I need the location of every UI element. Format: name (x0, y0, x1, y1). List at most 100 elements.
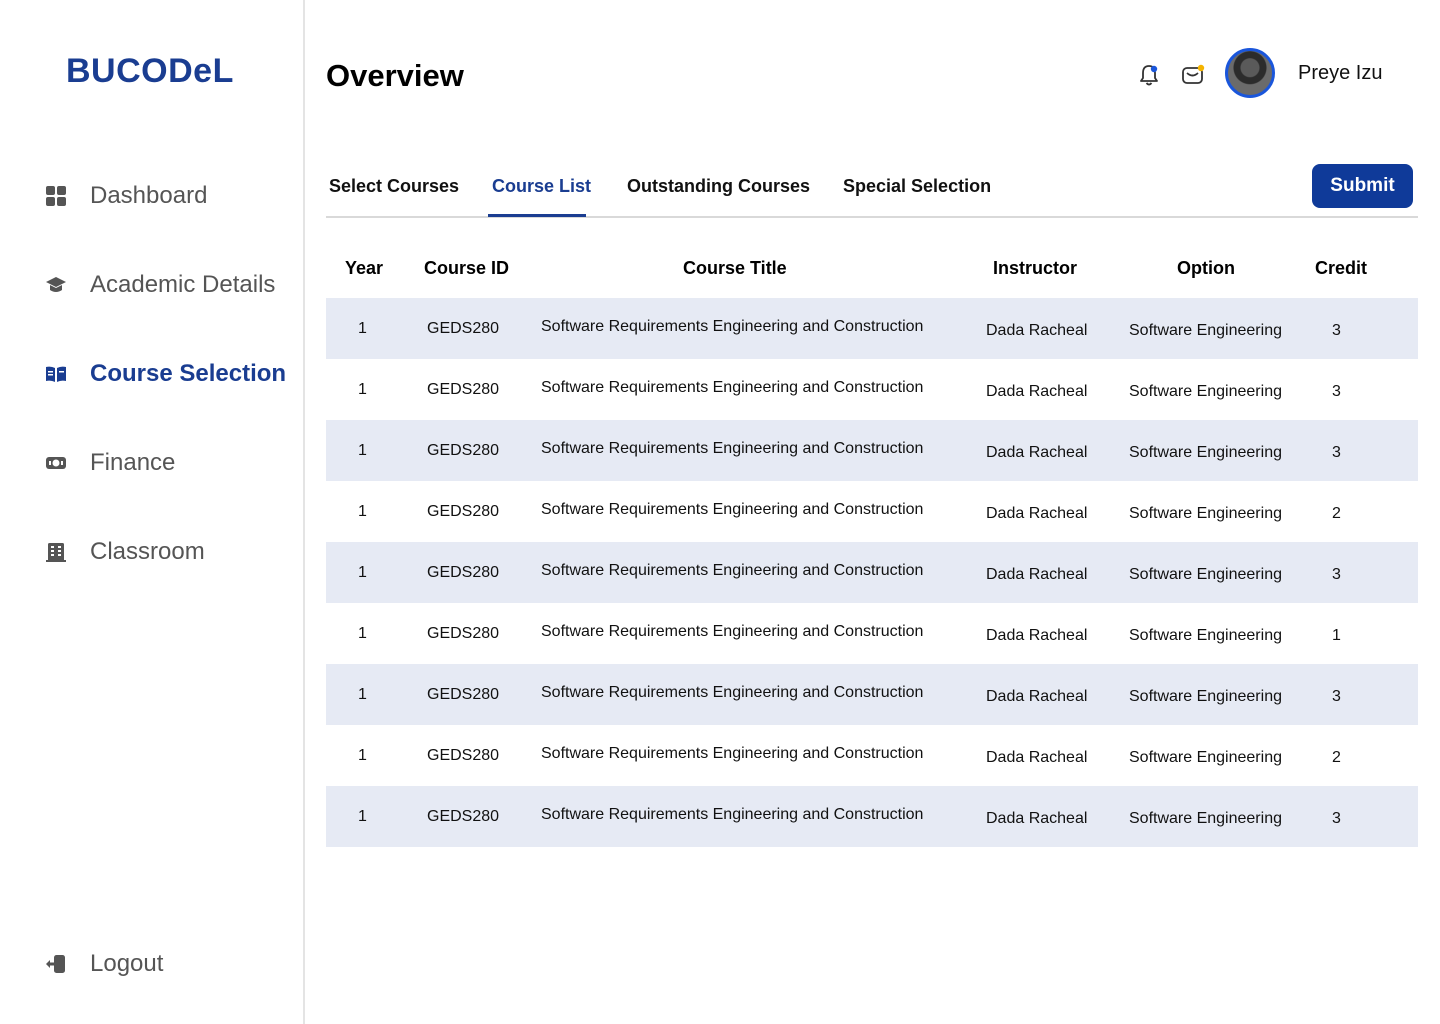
grid-icon (44, 184, 68, 208)
sidebar-item-label: Academic Details (90, 271, 276, 298)
tab-bar: Select Courses Course List Outstanding C… (326, 160, 1418, 218)
cell-year: 1 (358, 686, 367, 703)
cell-instructor: Dada Racheal (986, 688, 1088, 705)
column-header-course-id: Course ID (424, 258, 510, 278)
tab-special-selection[interactable]: Special Selection (843, 176, 991, 197)
logout-icon (44, 952, 68, 976)
cell-option: Software Engineering (1129, 810, 1282, 827)
table-body: 1 GEDS280 Software Requirements Engineerin… (326, 298, 1418, 847)
cell-year: 1 (358, 381, 367, 398)
table-row[interactable]: 1 GEDS280 Software Requirements Engineerin… (326, 298, 1418, 359)
cell-option: Software Engineering (1129, 749, 1282, 766)
cell-course-id: GEDS280 (427, 686, 500, 703)
tab-course-list[interactable]: Course List (492, 176, 591, 197)
cell-option: Software Engineering (1129, 383, 1282, 400)
sidebar-item-classroom[interactable]: Classroom (44, 532, 205, 572)
cell-option: Software Engineering (1129, 566, 1282, 583)
sidebar-item-label: Finance (90, 449, 176, 476)
cell-year: 1 (358, 625, 367, 642)
table-row[interactable]: 1 GEDS280 Software Requirements Engineerin… (326, 786, 1418, 847)
sidebar: BUCODeL Dashboard Academic Details Cours… (0, 0, 305, 1024)
column-header-credit: Credit (1315, 258, 1368, 278)
sidebar-item-academic-details[interactable]: Academic Details (44, 265, 275, 305)
cell-instructor: Dada Racheal (986, 383, 1088, 400)
cell-course-id: GEDS280 (427, 442, 500, 459)
cell-course-title: Software Requirements Engineering and Co… (541, 684, 924, 701)
cell-course-title: Software Requirements Engineering and Co… (541, 562, 924, 579)
cell-course-title: Software Requirements Engineering and Co… (541, 501, 924, 518)
notification-bell-icon[interactable] (1136, 62, 1162, 88)
cell-course-id: GEDS280 (427, 503, 500, 520)
avatar[interactable] (1225, 48, 1275, 98)
column-header-course-title: Course Title (683, 258, 787, 278)
cell-option: Software Engineering (1129, 322, 1282, 339)
cell-course-title: Software Requirements Engineering and Co… (541, 623, 924, 640)
column-header-option: Option (1177, 258, 1235, 278)
tab-select-courses[interactable]: Select Courses (329, 176, 459, 197)
cell-course-id: GEDS280 (427, 747, 500, 764)
cell-course-id: GEDS280 (427, 808, 500, 825)
cell-course-title: Software Requirements Engineering and Co… (541, 806, 924, 823)
column-header-instructor: Instructor (993, 258, 1078, 278)
mail-icon[interactable] (1180, 62, 1206, 88)
sidebar-item-dashboard[interactable]: Dashboard (44, 176, 207, 216)
sidebar-item-finance[interactable]: Finance (44, 443, 175, 483)
cell-course-id: GEDS280 (427, 625, 500, 642)
tab-outstanding-courses[interactable]: Outstanding Courses (627, 176, 810, 197)
cell-instructor: Dada Racheal (986, 627, 1088, 644)
cell-year: 1 (358, 442, 367, 459)
cell-instructor: Dada Racheal (986, 749, 1088, 766)
table-row[interactable]: 1 GEDS280 Software Requirements Engineerin… (326, 725, 1418, 786)
table-row[interactable]: 1 GEDS280 Software Requirements Engineerin… (326, 420, 1418, 481)
cell-instructor: Dada Racheal (986, 505, 1088, 522)
cell-credit: 3 (1332, 566, 1341, 583)
cell-course-title: Software Requirements Engineering and Co… (541, 379, 924, 396)
cell-course-title: Software Requirements Engineering and Co… (541, 745, 924, 762)
money-icon (44, 451, 68, 475)
cell-credit: 1 (1332, 627, 1341, 644)
cell-instructor: Dada Racheal (986, 810, 1088, 827)
cell-credit: 3 (1332, 688, 1341, 705)
cell-year: 1 (358, 747, 367, 764)
page-title: Overview (326, 58, 464, 93)
cell-credit: 3 (1332, 810, 1341, 827)
cell-year: 1 (358, 320, 367, 337)
logo[interactable]: BUCODeL (66, 52, 234, 91)
course-table: Year Course ID Course Title Instructor O… (326, 236, 1418, 847)
sidebar-item-course-selection[interactable]: Course Selection (44, 354, 286, 394)
cell-year: 1 (358, 808, 367, 825)
active-tab-indicator (488, 214, 586, 217)
open-book-icon (44, 362, 68, 386)
cell-year: 1 (358, 503, 367, 520)
building-icon (44, 540, 68, 564)
cell-credit: 3 (1332, 383, 1341, 400)
graduation-cap-icon (44, 273, 68, 297)
cell-course-title: Software Requirements Engineering and Co… (541, 318, 924, 335)
table-row[interactable]: 1 GEDS280 Software Requirements Engineerin… (326, 603, 1418, 664)
cell-instructor: Dada Racheal (986, 322, 1088, 339)
cell-option: Software Engineering (1129, 444, 1282, 461)
table-row[interactable]: 1 GEDS280 Software Requirements Engineerin… (326, 359, 1418, 420)
table-header: Year Course ID Course Title Instructor O… (326, 236, 1418, 298)
sidebar-item-label: Dashboard (90, 182, 208, 209)
logout-label: Logout (90, 950, 164, 977)
logout-button[interactable]: Logout (44, 944, 163, 984)
cell-credit: 3 (1332, 444, 1341, 461)
cell-option: Software Engineering (1129, 688, 1282, 705)
table-row[interactable]: 1 GEDS280 Software Requirements Engineerin… (326, 481, 1418, 542)
table-row[interactable]: 1 GEDS280 Software Requirements Engineerin… (326, 664, 1418, 725)
cell-option: Software Engineering (1129, 627, 1282, 644)
table-row[interactable]: 1 GEDS280 Software Requirements Engineerin… (326, 542, 1418, 603)
submit-button[interactable]: Submit (1312, 164, 1413, 208)
cell-course-id: GEDS280 (427, 320, 500, 337)
cell-credit: 2 (1332, 505, 1341, 522)
sidebar-item-label: Classroom (90, 538, 205, 565)
cell-course-id: GEDS280 (427, 564, 500, 581)
cell-credit: 3 (1332, 322, 1341, 339)
sidebar-item-label: Course Selection (90, 360, 287, 387)
cell-credit: 2 (1332, 749, 1341, 766)
cell-instructor: Dada Racheal (986, 566, 1088, 583)
cell-year: 1 (358, 564, 367, 581)
user-name: Preye Izu (1298, 62, 1383, 84)
cell-instructor: Dada Racheal (986, 444, 1088, 461)
